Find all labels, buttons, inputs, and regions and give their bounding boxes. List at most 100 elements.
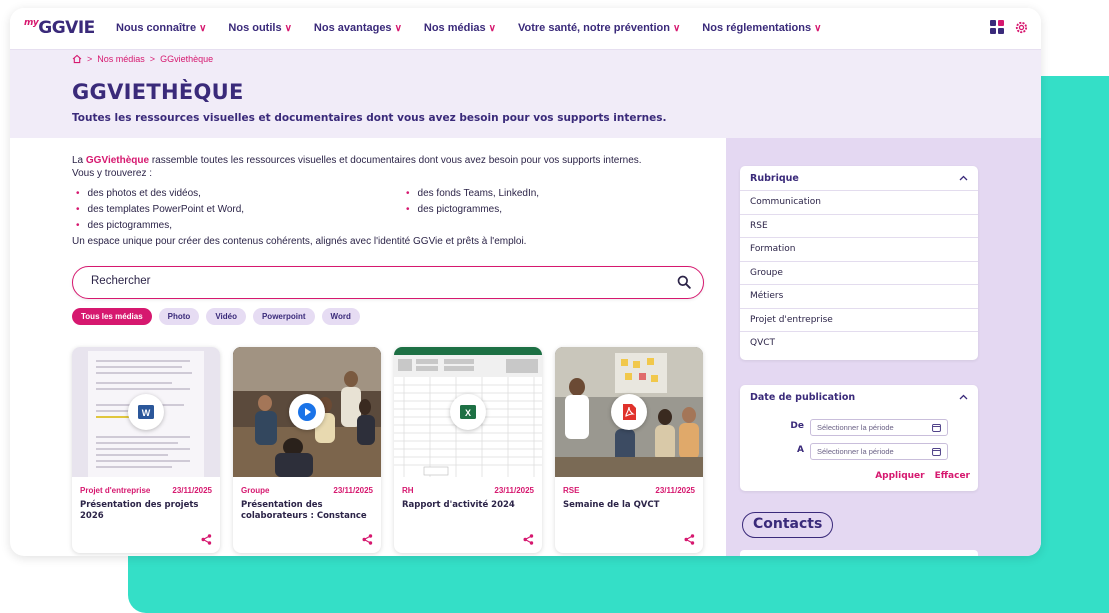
nav-item-label: Nos outils: [228, 22, 282, 34]
date-from-field[interactable]: Sélectionner la période: [810, 419, 948, 436]
gear-icon[interactable]: [1014, 20, 1029, 35]
page-subtitle: Toutes les ressources visuelles et docum…: [72, 112, 667, 124]
card-meta: RSE 23/11/2025: [563, 486, 695, 495]
breadcrumb: > Nos médias > GGviethèque: [72, 54, 213, 64]
card-thumbnail: [233, 347, 381, 477]
date-actions: Appliquer Effacer: [875, 471, 970, 481]
card-meta: Projet d'entreprise 23/11/2025: [80, 486, 212, 495]
rubrique-item-metiers[interactable]: Métiers: [740, 284, 978, 308]
nav-item-label: Nous connaître: [116, 22, 197, 34]
nav-item-nous-connaitre[interactable]: Nous connaître ∨: [116, 22, 206, 34]
rubrique-item-qvct[interactable]: QVCT: [740, 331, 978, 355]
word-icon: W: [138, 405, 154, 419]
svg-text:W: W: [142, 408, 151, 418]
chevron-up-icon[interactable]: [959, 175, 968, 181]
nav-item-label: Votre santé, notre prévention: [517, 22, 670, 34]
svg-text:X: X: [465, 408, 471, 418]
filter-chip-word[interactable]: Word: [321, 308, 360, 325]
home-icon[interactable]: [72, 54, 82, 64]
logo-name: GGVIE: [38, 18, 95, 38]
date-panel-header[interactable]: Date de publication: [740, 385, 978, 409]
date-to-label: A: [797, 445, 804, 455]
search-input[interactable]: [91, 275, 651, 287]
chevron-down-icon: ∨: [814, 23, 822, 34]
card-category: Projet d'entreprise: [80, 486, 151, 495]
chevron-down-icon: ∨: [199, 23, 207, 34]
filter-chip-all-media[interactable]: Tous les médias: [72, 308, 152, 325]
search-icon[interactable]: [677, 275, 691, 289]
calendar-icon[interactable]: [932, 447, 941, 456]
rubrique-filter-panel: Rubrique Communication RSE Formation Gro…: [740, 166, 978, 360]
date-to-placeholder: Sélectionner la période: [817, 447, 894, 456]
top-navigation: myGGVIE Nous connaître ∨ Nos outils ∨ Nos …: [10, 8, 1041, 50]
date-to-field[interactable]: Sélectionner la période: [810, 443, 948, 460]
browser-window: myGGVIE Nous connaître ∨ Nos outils ∨ Nos …: [10, 8, 1041, 556]
list-item: des fonds Teams, LinkedIn,: [406, 188, 540, 199]
rubrique-item-groupe[interactable]: Groupe: [740, 260, 978, 285]
share-icon[interactable]: [523, 534, 534, 545]
card-meta: RH 23/11/2025: [402, 486, 534, 495]
nav-item-label: Nos avantages: [313, 22, 392, 34]
nav-item-label: Nos réglementations: [702, 22, 812, 34]
card-title: Présentation des projets 2026: [80, 500, 199, 521]
contacts-panel: [740, 550, 978, 556]
rubrique-panel-header[interactable]: Rubrique: [740, 166, 978, 190]
clear-button[interactable]: Effacer: [935, 471, 970, 481]
share-icon[interactable]: [362, 534, 373, 545]
intro-line2: Vous y trouverez :: [72, 168, 153, 179]
card-title: Présentation des colaborateurs : Constan…: [241, 500, 367, 521]
intro-closing: Un espace unique pour créer des contenus…: [72, 236, 527, 247]
file-type-badge: [611, 394, 647, 430]
list-item: des templates PowerPoint et Word,: [76, 204, 245, 215]
chevron-down-icon: ∨: [284, 23, 292, 34]
nav-item-reglementations[interactable]: Nos réglementations ∨: [702, 22, 821, 34]
file-type-badge: X: [450, 394, 486, 430]
media-card[interactable]: X RH 23/11/2025 Rapport d'activité 2024: [394, 347, 542, 553]
rubrique-item-rse[interactable]: RSE: [740, 213, 978, 238]
card-title: Rapport d'activité 2024: [402, 500, 515, 510]
nav-item-label: Nos médias: [423, 22, 486, 34]
intro-lead-suffix: rassemble toutes les ressources visuelle…: [149, 155, 642, 166]
media-card[interactable]: Groupe 23/11/2025 Présentation des colabo…: [233, 347, 381, 553]
pdf-icon: [623, 404, 636, 420]
filter-chip-powerpoint[interactable]: Powerpoint: [252, 308, 315, 325]
card-category: RH: [402, 486, 414, 495]
breadcrumb-separator: >: [87, 54, 93, 64]
intro-brand: GGViethèque: [85, 155, 150, 166]
filter-chip-photo[interactable]: Photo: [158, 308, 200, 325]
contacts-button[interactable]: Contacts: [742, 512, 834, 538]
chevron-down-icon: ∨: [672, 23, 681, 34]
logo[interactable]: myGGVIE: [24, 18, 95, 38]
apps-grid-icon[interactable]: [990, 20, 1004, 34]
date-from-placeholder: Sélectionner la période: [817, 423, 894, 432]
chevron-up-icon[interactable]: [959, 394, 968, 400]
nav-item-nos-avantages[interactable]: Nos avantages ∨: [314, 22, 402, 34]
card-date: 23/11/2025: [494, 486, 534, 495]
list-item: des pictogrammes,: [406, 204, 502, 215]
rubrique-item-formation[interactable]: Formation: [740, 237, 978, 261]
nav-item-sante-prevention[interactable]: Votre santé, notre prévention ∨: [518, 22, 680, 34]
media-card[interactable]: W Projet d'entreprise 23/11/2025 Présenta…: [72, 347, 220, 553]
rubrique-item-communication[interactable]: Communication: [740, 190, 978, 214]
play-icon[interactable]: [297, 402, 317, 422]
list-item: des photos et des vidéos,: [76, 188, 201, 199]
media-card-grid: W Projet d'entreprise 23/11/2025 Présenta…: [72, 347, 703, 553]
rubrique-item-projet-entreprise[interactable]: Projet d'entreprise: [740, 307, 978, 332]
list-item: des pictogrammes,: [76, 220, 172, 231]
panel-title: Rubrique: [750, 172, 799, 184]
nav-icons: [990, 20, 1029, 35]
calendar-icon[interactable]: [932, 423, 941, 432]
media-card[interactable]: RSE 23/11/2025 Semaine de la QVCT: [555, 347, 703, 553]
card-title: Semaine de la QVCT: [563, 500, 660, 510]
share-icon[interactable]: [201, 534, 212, 545]
card-category: RSE: [563, 486, 580, 495]
media-type-filters: Tous les médias Photo Vidéo Powerpoint W…: [72, 308, 360, 325]
share-icon[interactable]: [684, 534, 695, 545]
excel-icon: X: [460, 405, 476, 419]
apply-button[interactable]: Appliquer: [875, 471, 924, 481]
nav-item-nos-outils[interactable]: Nos outils ∨: [228, 22, 292, 34]
breadcrumb-link-nos-medias[interactable]: Nos médias: [97, 54, 145, 64]
nav-item-nos-medias[interactable]: Nos médias ∨: [424, 22, 496, 34]
intro-lead-prefix: La: [72, 155, 86, 166]
filter-chip-video[interactable]: Vidéo: [206, 308, 246, 325]
